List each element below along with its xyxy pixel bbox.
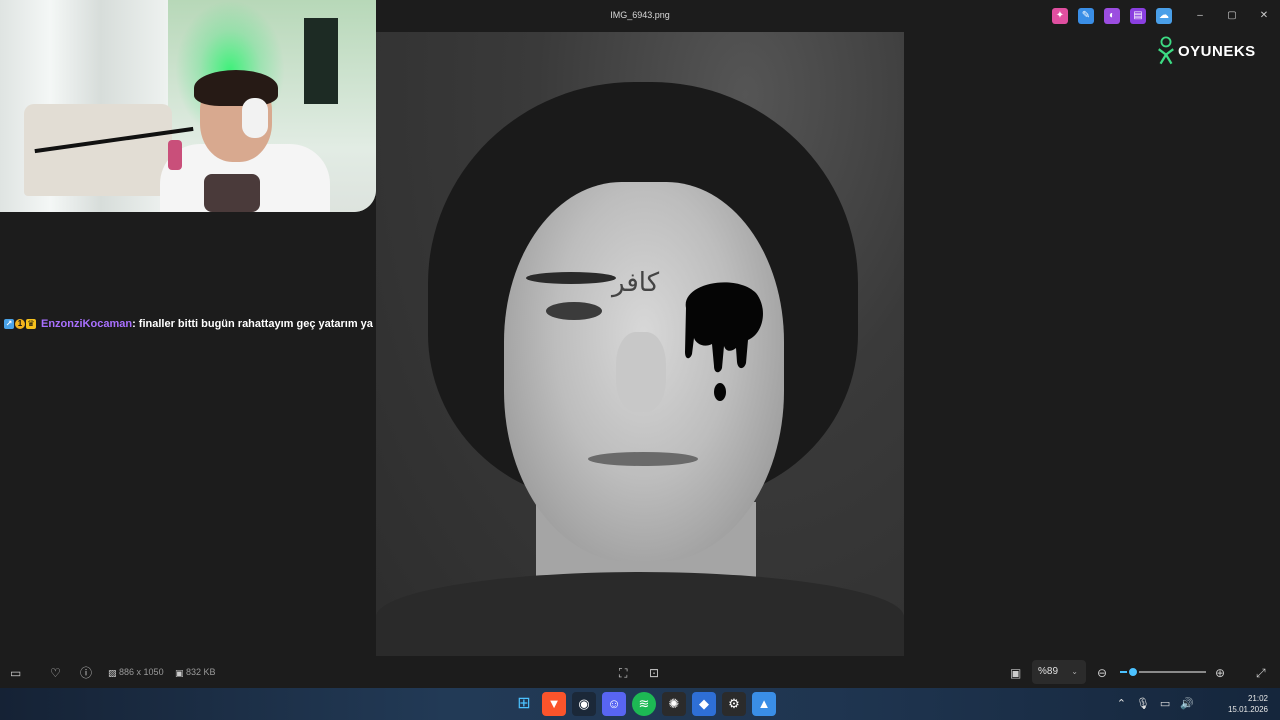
network-icon[interactable]: ▭: [1160, 697, 1170, 710]
image-icon: ▨: [108, 667, 117, 678]
toolbar-actions: ✦ ✎ ◐ ▤ ☁: [1052, 8, 1172, 24]
zoom-in-icon: ⊕: [1215, 665, 1226, 680]
filmstrip-icon: ▭: [10, 665, 22, 680]
favorite-button[interactable]: ♡: [50, 664, 61, 680]
video-editor-icon[interactable]: ▤: [1130, 8, 1146, 24]
steam-icon[interactable]: ◉: [572, 692, 596, 716]
scan-text-icon: ⊡: [649, 665, 660, 680]
filesize-info: ▣ 832 KB: [175, 664, 216, 680]
chat-username: EnzonziKocaman: [41, 318, 133, 330]
prime-badge-icon: ↗: [4, 319, 14, 329]
windows-start-icon[interactable]: ⊞: [512, 692, 536, 716]
system-tray: ⌃ 🎙 ▭ 🔊: [1117, 697, 1194, 710]
clock-time: 21:02: [1247, 694, 1268, 703]
info-icon: ⓘ: [80, 665, 93, 680]
scan-button[interactable]: ⊡: [649, 664, 659, 680]
viewer-image[interactable]: كافر: [376, 32, 904, 656]
expand-icon: ⤢: [1256, 665, 1266, 680]
headset-icon: [242, 98, 268, 138]
chevron-down-icon: ⌄: [1071, 667, 1078, 676]
heart-icon: ♡: [50, 665, 61, 680]
minimize-button[interactable]: –: [1184, 0, 1216, 32]
photo-mouth: [588, 452, 698, 466]
brave-icon[interactable]: ▼: [542, 692, 566, 716]
photo-brow: [526, 272, 616, 284]
photo-eye: [546, 302, 602, 320]
fit-screen-button[interactable]: ⛶: [619, 664, 627, 680]
logo-text: OYUNEKS: [1178, 42, 1256, 60]
dimensions-info: ▨ 886 x 1050: [108, 664, 164, 680]
app-blue-icon[interactable]: ◆: [692, 692, 716, 716]
webcam-overlay: [0, 0, 376, 212]
photo-shirt: [376, 572, 904, 656]
discord-icon[interactable]: ☺: [602, 692, 626, 716]
crown-badge-icon: ♛: [26, 319, 36, 329]
onedrive-off-icon[interactable]: ☁: [1156, 8, 1172, 24]
screenshot-icon: ▣: [1010, 665, 1022, 680]
microphone-tray-icon[interactable]: 🎙: [1136, 697, 1150, 710]
viewer-bottom-bar: ▭ ♡ ⓘ ▨ 886 x 1050 ▣ 832 KB ⛶ ⊡ ▣ %89 ⌄ …: [0, 656, 1280, 688]
maximize-button[interactable]: ▢: [1216, 0, 1248, 32]
fullscreen-button[interactable]: ⤢: [1256, 664, 1266, 680]
shirt-print: [204, 174, 260, 212]
photo-overlay-text: كافر: [612, 268, 660, 298]
zoom-in-button[interactable]: ⊕: [1215, 664, 1225, 680]
ink-blot-icon: [685, 282, 763, 401]
chatgpt-icon[interactable]: ✺: [662, 692, 686, 716]
streamer-hair: [194, 70, 278, 106]
chat-text: : finaller bitti bugün rahattayım geç ya…: [132, 318, 373, 330]
chevron-up-icon[interactable]: ⌃: [1117, 697, 1126, 710]
oyuneks-logo: OYUNEKS: [1156, 36, 1256, 66]
filesize-text: 832 KB: [186, 667, 216, 677]
save-icon: ▣: [175, 667, 184, 678]
chat-message: ↗ 1 ♛ EnzonziKocaman : finaller bitti bu…: [4, 318, 373, 330]
clipchamp-icon[interactable]: ◐: [1104, 8, 1120, 24]
window-controls: – ▢ ✕: [1184, 0, 1280, 32]
volume-icon[interactable]: 🔊: [1180, 697, 1194, 710]
windows-taskbar: ⊞ ▼ ◉ ☺ ≋ ✺ ◆ ⚙ ▲ ⌃ 🎙 ▭ 🔊 21:02 15.01.20…: [0, 688, 1280, 720]
zoom-out-button[interactable]: ⊖: [1097, 664, 1107, 680]
focus-icon: ⛶: [619, 665, 628, 680]
gift-badge-icon: 1: [15, 319, 25, 329]
edit-icon[interactable]: ✎: [1078, 8, 1094, 24]
taskbar-apps: ⊞ ▼ ◉ ☺ ≋ ✺ ◆ ⚙ ▲: [512, 692, 776, 716]
filmstrip-button[interactable]: ▭: [10, 664, 21, 680]
zoom-out-icon: ⊖: [1097, 665, 1108, 680]
zoom-slider-thumb[interactable]: [1126, 666, 1139, 678]
microphone-icon: [168, 140, 182, 170]
photos-icon[interactable]: ▲: [752, 692, 776, 716]
actual-size-button[interactable]: ▣: [1010, 664, 1021, 680]
dimensions-text: 886 x 1050: [119, 667, 164, 677]
oyuneks-mascot-icon: [1158, 36, 1174, 65]
photo-nose: [616, 332, 666, 412]
webcam-streamer: [160, 70, 330, 212]
zoom-value: %89: [1038, 666, 1059, 677]
info-button[interactable]: ⓘ: [80, 664, 92, 680]
copilot-icon[interactable]: ✦: [1052, 8, 1068, 24]
taskbar-clock[interactable]: 21:02 15.01.2026: [1228, 693, 1268, 715]
steelseries-icon[interactable]: ⚙: [722, 692, 746, 716]
clock-date: 15.01.2026: [1227, 705, 1268, 714]
zoom-dropdown[interactable]: %89 ⌄: [1032, 660, 1086, 684]
close-button[interactable]: ✕: [1248, 0, 1280, 32]
spotify-icon[interactable]: ≋: [632, 692, 656, 716]
